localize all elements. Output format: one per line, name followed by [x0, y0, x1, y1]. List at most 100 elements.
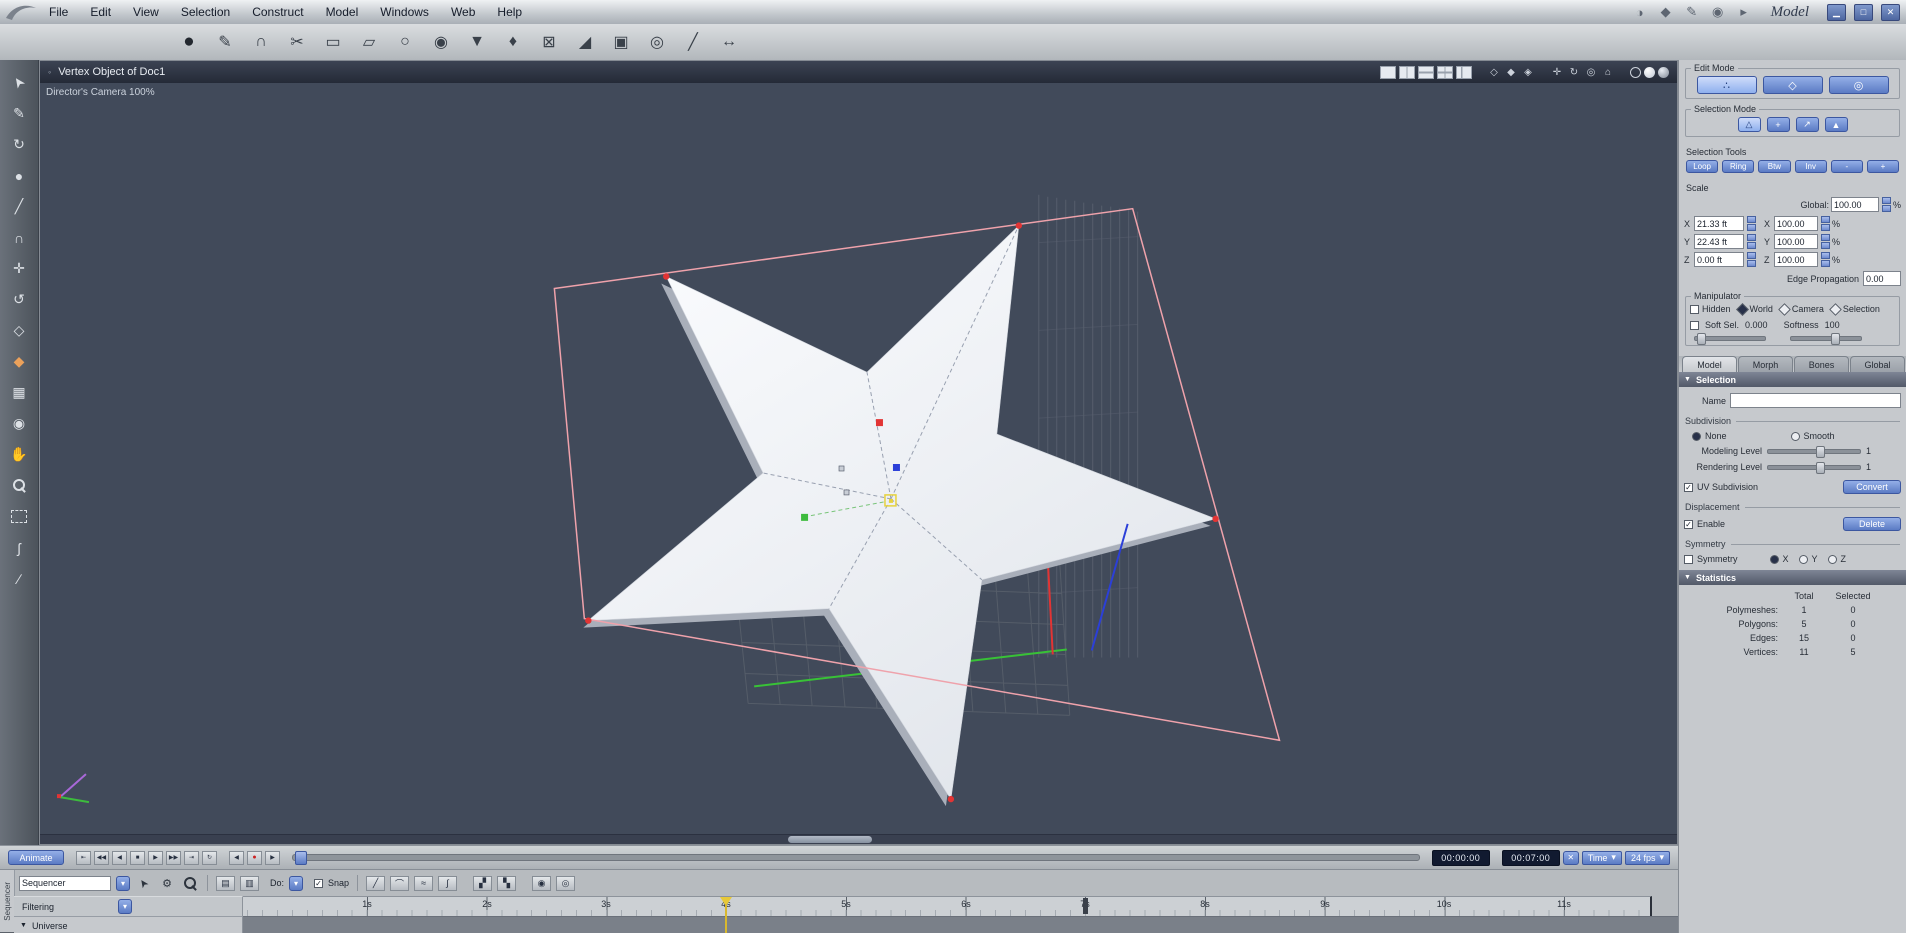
oscillate-tweener-button[interactable]: ≈ [414, 875, 434, 891]
symmetry-x-radio[interactable] [1769, 554, 1779, 564]
textured-mode-icon[interactable] [1658, 66, 1669, 78]
menu-help[interactable]: Help [486, 5, 533, 19]
prev-frame-button[interactable]: ◀ [229, 850, 244, 865]
end-time-field[interactable]: 00:07:00 [1501, 849, 1560, 866]
selection-radio[interactable] [1829, 302, 1842, 316]
ring-select-button[interactable]: Ring [1722, 160, 1755, 173]
symmetry-z-radio[interactable] [1827, 554, 1837, 564]
menu-construct[interactable]: Construct [241, 5, 314, 19]
stop-button[interactable]: ■ [130, 850, 145, 865]
camera-tool-icon[interactable]: ◉ [8, 413, 30, 434]
next-frame-button[interactable]: ▶ [265, 850, 280, 865]
polyline-tool-icon[interactable]: ╱ [8, 196, 30, 217]
zoom-timeline-icon[interactable] [181, 875, 199, 891]
between-select-button[interactable]: Btw [1758, 160, 1791, 173]
zoom-tool-icon[interactable] [8, 475, 30, 496]
current-time-field[interactable]: 00:00:00 [1431, 849, 1490, 866]
red-vertex-handle[interactable] [875, 419, 883, 427]
menu-windows[interactable]: Windows [369, 5, 440, 19]
soft-selection-slider-thumb[interactable] [1697, 333, 1706, 345]
green-vertex-handle[interactable] [801, 513, 809, 521]
expand-triangle-icon[interactable]: ▼ [20, 922, 27, 929]
assemble-room-icon[interactable]: ◑ [1631, 5, 1649, 20]
select-arrow-icon[interactable]: ➤ [8, 72, 30, 93]
menu-model[interactable]: Model [315, 5, 370, 19]
symmetry-checkbox[interactable] [1684, 554, 1693, 564]
sequencer-selector-field[interactable] [19, 875, 111, 891]
move-tool-icon[interactable]: ✛ [8, 258, 30, 279]
x-pct-stepper[interactable] [1821, 216, 1830, 231]
y-size-field[interactable] [1694, 234, 1744, 249]
time-mode-dropdown[interactable]: Time ▾ [1581, 850, 1622, 865]
z-size-field[interactable] [1694, 252, 1744, 267]
line-tool-icon[interactable]: ╱ [680, 29, 706, 55]
edge-propagation-field[interactable] [1863, 271, 1901, 286]
poly-select-button[interactable]: ▲ [1824, 117, 1848, 132]
viewport-hscrollbar[interactable] [40, 834, 1677, 844]
global-scale-stepper[interactable] [1881, 197, 1891, 212]
add-select-button[interactable]: + [1766, 117, 1790, 132]
close-time-icon[interactable]: ✕ [1562, 850, 1579, 865]
plane-tool-icon[interactable]: ▭ [320, 29, 346, 55]
fps-dropdown[interactable]: 24 fps ▾ [1624, 850, 1670, 865]
universe-row[interactable]: ▼ Universe [14, 916, 243, 933]
scene-3d[interactable] [40, 83, 1677, 844]
tab-morph[interactable]: Morph [1738, 356, 1793, 372]
point-select-button[interactable]: △ [1737, 117, 1761, 132]
rotate-view-icon[interactable]: ↻ [8, 134, 30, 155]
global-scale-field[interactable] [1830, 197, 1879, 212]
pane-horizontal-button[interactable]: ▤ [216, 875, 235, 891]
lasso-select-icon[interactable]: ʃ [8, 537, 30, 558]
camera-outline-button[interactable]: ◎ [556, 875, 576, 891]
star-point-handle[interactable] [585, 617, 592, 624]
pan-hand-icon[interactable]: ✋ [8, 444, 30, 465]
scale-tool-icon[interactable]: ◇ [8, 320, 30, 341]
convert-button[interactable]: Convert [1843, 480, 1901, 494]
name-field[interactable] [1730, 393, 1901, 408]
rendering-level-thumb[interactable] [1816, 461, 1825, 474]
star-point-handle[interactable] [1015, 222, 1023, 229]
knife-tool-icon[interactable]: ∕ [8, 568, 30, 589]
invert-select-button[interactable]: Inv [1794, 160, 1827, 173]
softness-slider-thumb[interactable] [1831, 333, 1840, 345]
go-end-button[interactable]: ⇥ [184, 850, 199, 865]
loop-button[interactable]: ↻ [202, 850, 217, 865]
filtering-dropdown[interactable]: ▾ [118, 899, 133, 914]
pan-camera-icon[interactable]: ✛ [1550, 67, 1564, 78]
skew-tool-icon[interactable]: ▱ [356, 29, 382, 55]
disc-tool-icon[interactable]: ○ [392, 29, 418, 55]
pane-vertical-button[interactable]: ▥ [240, 875, 259, 891]
magnet-tool-icon[interactable]: ∩ [248, 29, 274, 55]
layout-vsplit-icon[interactable] [1399, 65, 1415, 79]
record-button[interactable]: ● [247, 850, 262, 865]
rendering-level-slider[interactable] [1767, 461, 1861, 474]
sphere-tool-icon[interactable]: ● [176, 29, 202, 55]
menu-edit[interactable]: Edit [79, 5, 122, 19]
magnet-snap-icon[interactable]: ∩ [8, 227, 30, 248]
grow-select-button[interactable]: + [1866, 160, 1900, 173]
reset-camera-icon[interactable]: ⌂ [1601, 67, 1615, 78]
gem-tool-icon[interactable]: ♦ [500, 29, 526, 55]
rotate-tool-icon[interactable]: ↺ [8, 289, 30, 310]
time-scrubber[interactable] [292, 851, 1420, 865]
y-pct-field[interactable] [1774, 234, 1818, 249]
rotate-camera-icon[interactable]: ↻ [1567, 67, 1581, 78]
layout-custom-icon[interactable] [1456, 65, 1472, 79]
time-scrubber-handle[interactable] [295, 851, 307, 865]
close-icon[interactable]: ✕ [1881, 3, 1900, 21]
selection-section-header[interactable]: ▼ Selection [1679, 372, 1906, 387]
play-reverse-button[interactable]: ◀ [112, 850, 127, 865]
restore-icon[interactable]: □ [1854, 3, 1873, 21]
oval-tool-icon[interactable]: ◎ [644, 29, 670, 55]
animate-button[interactable]: Animate [8, 850, 64, 865]
display-toggle-b-icon[interactable]: ◆ [1504, 67, 1518, 78]
gray-vertex-handle[interactable] [843, 489, 850, 496]
vertex-mode-button[interactable]: ∴ [1696, 76, 1757, 94]
camera-radio[interactable] [1778, 302, 1791, 316]
ramp-tool-icon[interactable]: ◢ [572, 29, 598, 55]
symmetry-y-radio[interactable] [1798, 554, 1808, 564]
go-start-button[interactable]: ⇤ [76, 850, 91, 865]
pick-cursor-icon[interactable]: ➤ [135, 875, 153, 891]
layout-hsplit-icon[interactable] [1418, 65, 1434, 79]
z-size-stepper[interactable] [1747, 252, 1756, 267]
